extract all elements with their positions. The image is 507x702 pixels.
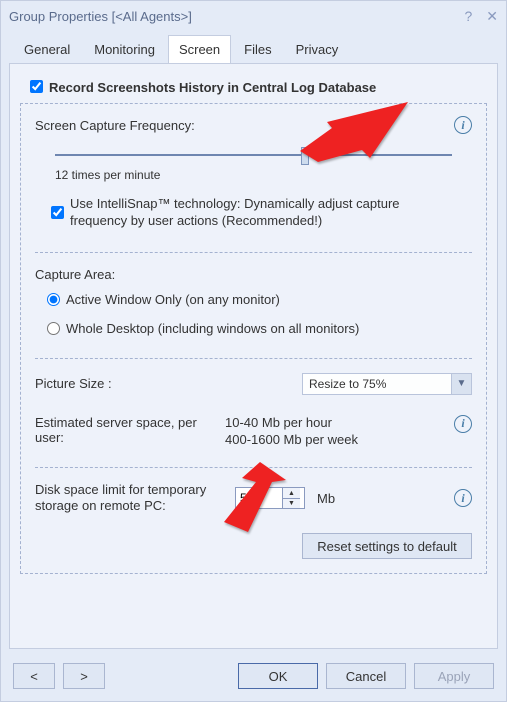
freq-label: Screen Capture Frequency: xyxy=(35,118,195,133)
ok-button[interactable]: OK xyxy=(238,663,318,689)
disk-unit: Mb xyxy=(317,491,335,506)
annotation-arrow-icon xyxy=(298,98,418,162)
tab-privacy[interactable]: Privacy xyxy=(285,35,350,63)
area-label: Capture Area: xyxy=(35,267,115,282)
picture-label: Picture Size : xyxy=(35,376,112,391)
area-whole-radio[interactable] xyxy=(47,322,60,335)
picture-select[interactable]: Resize to 75% ▼ xyxy=(302,373,472,395)
estimate-value: 10-40 Mb per hour 400-1600 Mb per week xyxy=(225,415,454,449)
options-group: Screen Capture Frequency: i 12 times per… xyxy=(20,103,487,574)
window-title: Group Properties [<All Agents>] xyxy=(9,9,464,24)
tab-content: Record Screenshots History in Central Lo… xyxy=(9,63,498,649)
tab-bar: General Monitoring Screen Files Privacy xyxy=(1,31,506,63)
info-icon[interactable]: i xyxy=(454,116,472,134)
info-icon[interactable]: i xyxy=(454,415,472,433)
apply-button[interactable]: Apply xyxy=(414,663,494,689)
reset-button[interactable]: Reset settings to default xyxy=(302,533,472,559)
close-icon[interactable]: ✕ xyxy=(486,8,498,25)
titlebar: Group Properties [<All Agents>] ? ✕ xyxy=(1,1,506,31)
area-active-label: Active Window Only (on any monitor) xyxy=(66,292,280,307)
freq-value: 12 times per minute xyxy=(55,168,160,182)
tab-files[interactable]: Files xyxy=(233,35,282,63)
tab-monitoring[interactable]: Monitoring xyxy=(83,35,166,63)
prev-button[interactable]: < xyxy=(13,663,55,689)
area-whole-label: Whole Desktop (including windows on all … xyxy=(66,321,359,336)
cancel-button[interactable]: Cancel xyxy=(326,663,406,689)
help-icon[interactable]: ? xyxy=(464,8,472,25)
picture-select-value: Resize to 75% xyxy=(303,377,451,391)
info-icon[interactable]: i xyxy=(454,489,472,507)
record-label: Record Screenshots History in Central Lo… xyxy=(49,80,376,95)
intellisnap-checkbox[interactable] xyxy=(51,206,64,219)
tab-screen[interactable]: Screen xyxy=(168,35,231,63)
tab-general[interactable]: General xyxy=(13,35,81,63)
record-checkbox[interactable] xyxy=(30,80,43,93)
annotation-arrow-icon xyxy=(196,462,296,532)
bottom-bar: < > OK Cancel Apply xyxy=(1,657,506,701)
estimate-label: Estimated server space, per user: xyxy=(35,415,225,445)
area-active-radio[interactable] xyxy=(47,293,60,306)
intellisnap-label: Use IntelliSnap™ technology: Dynamically… xyxy=(70,196,410,230)
next-button[interactable]: > xyxy=(63,663,105,689)
chevron-down-icon[interactable]: ▼ xyxy=(451,374,471,394)
